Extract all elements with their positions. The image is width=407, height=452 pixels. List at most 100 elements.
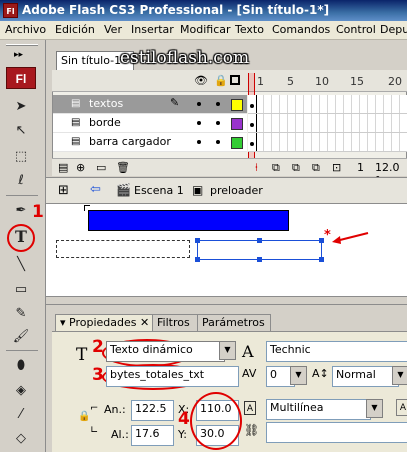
panel-splitter[interactable] <box>46 296 407 304</box>
layer-icon: ▤ <box>71 136 81 147</box>
layer-row-barra-cargador[interactable]: ▤ barra cargador <box>53 133 247 152</box>
layer-row-textos[interactable]: ▤ textos ✎ <box>53 95 247 114</box>
menu-archivo[interactable]: Archivo <box>5 23 46 36</box>
menu-modificar[interactable]: Modificar <box>180 23 231 36</box>
width-input[interactable]: 122.5 <box>131 400 174 421</box>
red-arrow-icon <box>332 232 369 244</box>
frame-number: 1 <box>257 75 264 88</box>
frame-strip[interactable] <box>248 133 407 152</box>
line-tool-icon[interactable]: ╲ <box>11 256 31 274</box>
insert-folder-icon[interactable]: ▭ <box>96 161 106 174</box>
y-label: Y: <box>178 428 187 441</box>
menu-insertar[interactable]: Insertar <box>131 23 174 36</box>
selectable-text-icon[interactable]: A <box>244 401 256 415</box>
scene-icon: 🎬 <box>116 183 131 197</box>
selection-tool-icon[interactable]: ➤ <box>11 98 31 116</box>
lock-proportions-icon[interactable]: 🔒 <box>78 411 90 422</box>
line-type-select[interactable]: Multilínea <box>266 399 371 420</box>
subselection-tool-icon[interactable]: ↖ <box>11 122 31 140</box>
visibility-dot[interactable] <box>197 102 201 106</box>
flash-logo: Fl <box>6 67 36 89</box>
edit-multiple-frames-icon[interactable]: ⧉ <box>312 161 320 175</box>
frame-strip[interactable] <box>248 95 407 114</box>
layer-icon: ▤ <box>71 98 81 109</box>
render-html-button[interactable]: A <box>396 399 407 416</box>
visibility-dot[interactable] <box>197 121 201 125</box>
font-icon: A <box>242 342 254 361</box>
baseline-select[interactable]: Normal <box>332 366 399 387</box>
onion-skin-icon[interactable]: ⧉ <box>272 161 280 175</box>
keyframe[interactable] <box>248 114 257 132</box>
menu-edicion[interactable]: Edición <box>55 23 95 36</box>
brush-tool-icon[interactable]: 🖌 <box>11 328 31 346</box>
resize-handle[interactable] <box>195 257 200 262</box>
toolbox-collapse-icon[interactable]: ▸▸ <box>14 50 23 60</box>
outline-all-icon[interactable] <box>230 75 240 85</box>
keyframe[interactable] <box>248 133 257 151</box>
menu-texto[interactable]: Texto <box>235 23 264 36</box>
insert-layer-icon[interactable]: ▤ <box>58 161 68 174</box>
outline-color-box[interactable] <box>231 99 243 111</box>
lasso-tool-icon[interactable]: ℓ <box>11 172 31 190</box>
lock-dot[interactable] <box>216 140 220 144</box>
rectangle-tool-icon[interactable]: ▭ <box>11 281 31 299</box>
show-hide-eye-icon[interactable]: 👁 <box>194 74 208 87</box>
window-title: Adobe Flash CS3 Professional - [Sin títu… <box>22 3 330 17</box>
modify-onion-markers-icon[interactable]: ⊡ <box>332 161 341 174</box>
text-type-dropdown-arrow[interactable]: ▼ <box>219 341 236 360</box>
layer-name: textos <box>89 97 124 110</box>
ink-bottle-tool-icon[interactable]: ⬮ <box>11 357 31 375</box>
keyframe[interactable] <box>248 95 257 113</box>
timeline-toggle-icon[interactable]: ⊞ <box>58 183 69 198</box>
current-frame: 1 <box>357 161 364 174</box>
onion-skin-outlines-icon[interactable]: ⧉ <box>292 161 300 175</box>
pen-tool-icon[interactable]: ✒ <box>11 202 31 220</box>
baseline-icon: A↕ <box>312 367 329 380</box>
url-link-input[interactable] <box>266 422 407 443</box>
height-input[interactable]: 17.6 <box>131 425 174 446</box>
eyedropper-tool-icon[interactable]: ⁄ <box>11 406 31 424</box>
letter-spacing-dropdown-arrow[interactable]: ▼ <box>290 366 307 385</box>
lock-dot[interactable] <box>216 121 220 125</box>
resize-handle[interactable] <box>319 257 324 262</box>
eraser-tool-icon[interactable]: ◇ <box>11 430 31 448</box>
annotation-number-1: 1 <box>32 202 44 222</box>
outline-color-box[interactable] <box>231 137 243 149</box>
layer-row-borde[interactable]: ▤ borde <box>53 114 247 133</box>
pencil-tool-icon[interactable]: ✎ <box>11 305 31 323</box>
resize-handle[interactable] <box>257 238 262 243</box>
add-guide-layer-icon[interactable]: ⊕ <box>76 161 85 174</box>
symbol-name[interactable]: preloader <box>210 184 263 197</box>
annotation-number-4: 4 <box>178 409 190 429</box>
frame-strip[interactable] <box>248 114 407 133</box>
frame-number: 10 <box>315 75 329 88</box>
resize-handle[interactable] <box>257 257 262 262</box>
visibility-dot[interactable] <box>197 140 201 144</box>
baseline-dropdown-arrow[interactable]: ▼ <box>392 366 407 385</box>
menu-depurar[interactable]: Depu <box>380 23 407 36</box>
font-family-field[interactable]: Technic <box>266 341 407 362</box>
menu-comandos[interactable]: Comandos <box>272 23 330 36</box>
text-tool-icon[interactable]: T <box>11 228 31 246</box>
line-type-dropdown-arrow[interactable]: ▼ <box>366 399 383 418</box>
back-arrow-icon[interactable]: ⇦ <box>90 182 101 197</box>
toolbox-grip[interactable] <box>6 44 38 46</box>
lock-all-icon[interactable]: 🔒 <box>214 74 228 87</box>
lock-dot[interactable] <box>216 102 220 106</box>
free-transform-tool-icon[interactable]: ⬚ <box>11 148 31 166</box>
static-text-field[interactable] <box>56 240 190 258</box>
paint-bucket-tool-icon[interactable]: ◈ <box>11 382 31 400</box>
text-type-select[interactable]: Texto dinámico <box>106 341 225 362</box>
close-tab-icon[interactable]: ✕ <box>140 316 149 329</box>
center-frame-icon[interactable]: ⍿ <box>255 161 258 175</box>
outline-color-box[interactable] <box>231 118 243 130</box>
resize-handle[interactable] <box>195 238 200 243</box>
scene-name[interactable]: Escena 1 <box>134 184 184 197</box>
width-bracket-icon: ⌐ <box>90 403 99 414</box>
instance-name-input[interactable]: bytes_totales_txt <box>106 366 239 387</box>
loader-bar-shape[interactable] <box>88 210 289 231</box>
height-label: Al.: <box>111 428 129 441</box>
menu-control[interactable]: Control <box>336 23 376 36</box>
delete-layer-icon[interactable]: 🗑 <box>116 161 130 174</box>
menu-ver[interactable]: Ver <box>104 23 122 36</box>
